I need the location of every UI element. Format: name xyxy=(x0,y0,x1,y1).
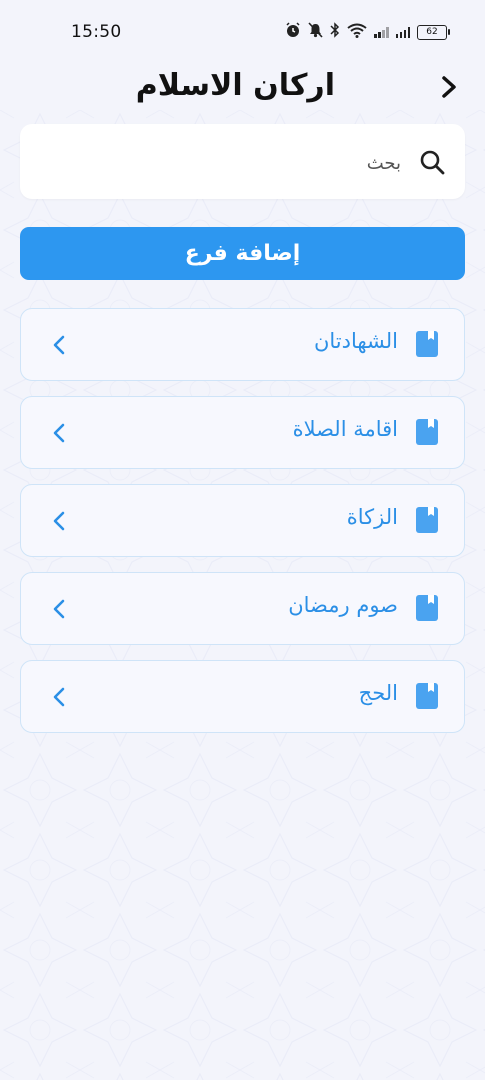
chevron-left-icon xyxy=(53,423,65,443)
book-icon xyxy=(416,507,438,533)
list-item[interactable]: الشهادتان xyxy=(20,308,465,381)
status-icons: 62 xyxy=(285,22,450,42)
list-item[interactable]: صوم رمضان xyxy=(20,572,465,645)
chevron-right-icon xyxy=(442,76,456,98)
signal-icon-1 xyxy=(374,26,389,38)
add-branch-button[interactable]: إضافة فرع xyxy=(20,227,465,280)
list-item-label: صوم رمضان xyxy=(288,593,398,617)
list-item[interactable]: الزكاة xyxy=(20,484,465,557)
chevron-left-icon xyxy=(53,335,65,355)
bluetooth-icon xyxy=(330,22,340,42)
search-input[interactable] xyxy=(69,146,403,180)
search-icon[interactable] xyxy=(419,149,445,175)
chevron-left-icon xyxy=(53,511,65,531)
wifi-icon xyxy=(347,23,367,42)
list-item-label: الشهادتان xyxy=(313,329,398,353)
list-item-label: اقامة الصلاة xyxy=(292,417,398,441)
status-bar: 15:50 62 xyxy=(0,0,485,64)
alarm-icon xyxy=(285,22,301,42)
mute-bell-icon xyxy=(308,22,323,42)
back-button[interactable] xyxy=(436,72,462,102)
status-time: 15:50 xyxy=(71,22,122,42)
book-icon xyxy=(416,331,438,357)
book-icon xyxy=(416,683,438,709)
list-item-label: الزكاة xyxy=(346,505,398,529)
signal-icon-2 xyxy=(395,26,410,38)
book-icon xyxy=(416,595,438,621)
list-item[interactable]: الحج xyxy=(20,660,465,733)
list-item-label: الحج xyxy=(358,681,398,705)
book-icon xyxy=(416,419,438,445)
chevron-left-icon xyxy=(53,687,65,707)
app-header: اركان الاسلام xyxy=(0,64,485,114)
search-box[interactable] xyxy=(20,124,465,199)
page-title: اركان الاسلام xyxy=(135,68,335,103)
battery-indicator: 62 xyxy=(417,24,450,40)
chevron-left-icon xyxy=(53,599,65,619)
list-item[interactable]: اقامة الصلاة xyxy=(20,396,465,469)
